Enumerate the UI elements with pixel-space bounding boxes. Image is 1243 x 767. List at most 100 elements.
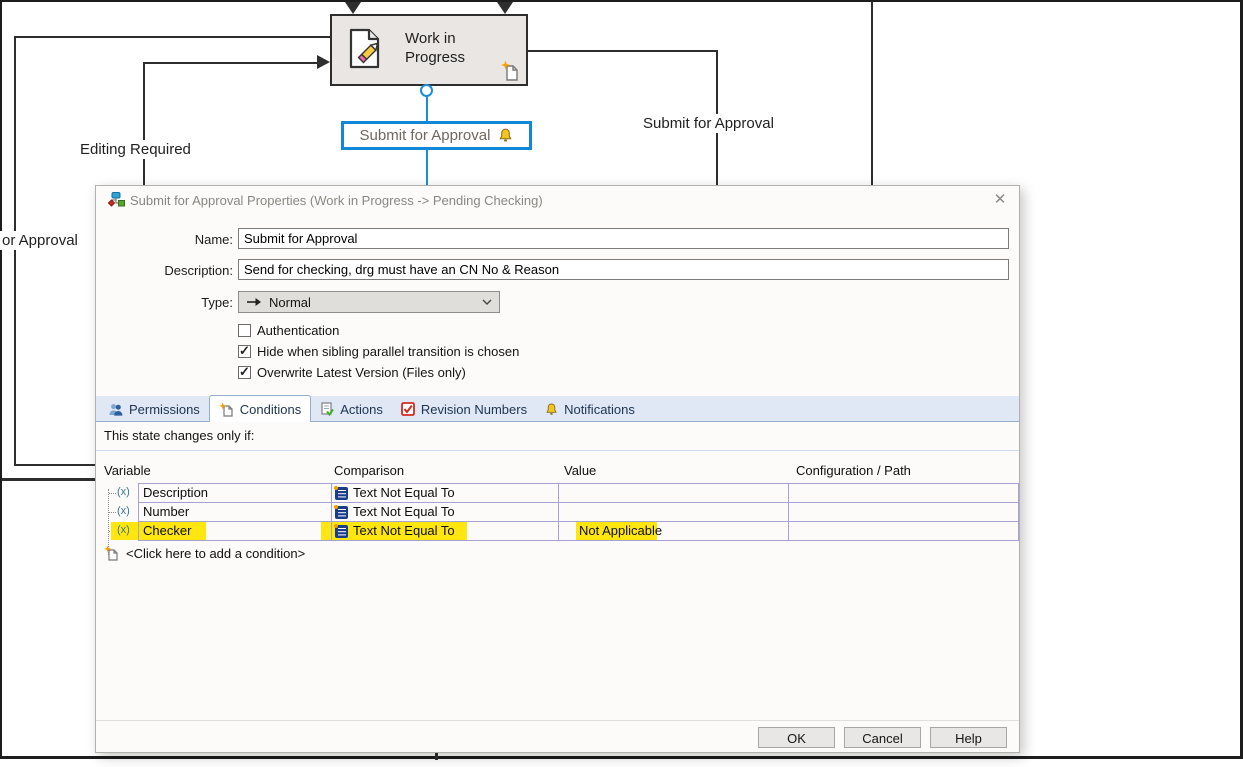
transition-line (143, 62, 319, 64)
selected-transition-line (426, 150, 428, 185)
description-field[interactable] (238, 259, 1009, 280)
condition-variable[interactable]: Number (139, 503, 331, 521)
overwrite-latest-label: Overwrite Latest Version (Files only) (257, 365, 466, 380)
normal-transition-icon (246, 297, 262, 307)
cancel-button[interactable]: Cancel (844, 727, 921, 748)
condition-row[interactable]: Description Text Not Equal To (138, 483, 1019, 503)
ok-button[interactable]: OK (758, 727, 835, 748)
type-value: Normal (269, 295, 311, 310)
tab-permissions[interactable]: Permissions (100, 397, 209, 421)
hide-sibling-label: Hide when sibling parallel transition is… (257, 344, 519, 359)
notification-bell-icon (498, 128, 513, 143)
condition-configuration[interactable] (788, 484, 1018, 502)
variable-icon: (x) (117, 524, 130, 536)
transition-arrowhead (497, 2, 513, 14)
condition-variable[interactable]: Description (139, 484, 331, 502)
tab-conditions[interactable]: Conditions (209, 395, 311, 422)
frame-top (0, 0, 1243, 2)
conditions-table: (x) (x) (x) Description Text Not Equal T… (96, 483, 1019, 573)
name-field[interactable] (238, 228, 1009, 249)
transition-line (14, 464, 96, 466)
type-label: Type: (96, 295, 233, 310)
tab-revision-numbers-label: Revision Numbers (421, 402, 527, 417)
tab-actions-label: Actions (340, 402, 383, 417)
selected-transition-label[interactable]: Submit for Approval (341, 121, 532, 150)
condition-row-highlighted[interactable]: Checker Text Not Equal To Not Applicable (138, 521, 1019, 541)
transition-properties-icon (108, 192, 125, 208)
selected-transition-text: Submit for Approval (360, 127, 491, 144)
transition-endpoint-handle[interactable] (420, 84, 433, 97)
column-header-comparison: Comparison (334, 463, 404, 478)
close-icon[interactable] (991, 191, 1009, 209)
condition-variable[interactable]: Checker (139, 522, 331, 540)
transition-line (871, 2, 873, 185)
condition-row[interactable]: Number Text Not Equal To (138, 502, 1019, 522)
dialog-tabs: Permissions Conditions (96, 396, 1019, 422)
condition-comparison[interactable]: Text Not Equal To (331, 503, 558, 521)
transition-line (14, 36, 16, 466)
condition-comparison[interactable]: Text Not Equal To (331, 522, 558, 540)
workflow-editor-canvas: Work in Progress Editing Required or App… (0, 0, 1243, 767)
tab-actions[interactable]: Actions (311, 397, 392, 421)
transition-arrowhead (345, 2, 361, 14)
transition-arrowhead (317, 55, 330, 69)
tab-notifications[interactable]: Notifications (536, 397, 644, 421)
variable-icon: (x) (117, 486, 130, 498)
red-check-icon (401, 402, 415, 416)
hide-sibling-checkbox-row[interactable]: Hide when sibling parallel transition is… (238, 343, 519, 359)
dialog-titlebar[interactable]: Submit for Approval Properties (Work in … (96, 186, 1019, 213)
tree-connector (109, 493, 116, 494)
column-header-variable: Variable (104, 463, 151, 478)
conditions-intro-text: This state changes only if: (104, 428, 254, 443)
transition-label-submit-for-approval-right[interactable]: Submit for Approval (640, 114, 777, 133)
help-button[interactable]: Help (930, 727, 1007, 748)
condition-value[interactable]: Not Applicable (558, 522, 788, 540)
users-icon (109, 403, 123, 416)
overwrite-latest-checkbox-row[interactable]: Overwrite Latest Version (Files only) (238, 364, 466, 380)
tab-notifications-label: Notifications (564, 402, 635, 417)
column-header-configuration-path: Configuration / Path (796, 463, 911, 478)
condition-configuration[interactable] (788, 503, 1018, 521)
state-work-in-progress[interactable]: Work in Progress (330, 14, 528, 86)
condition-comparison[interactable]: Text Not Equal To (331, 484, 558, 502)
add-condition-label: <Click here to add a condition> (126, 546, 305, 561)
comparison-text: Text Not Equal To (353, 484, 455, 502)
authentication-checkbox[interactable] (238, 324, 251, 337)
comparison-text: Text Not Equal To (353, 503, 455, 521)
tab-conditions-label: Conditions (240, 402, 301, 417)
tree-connector (109, 512, 116, 513)
comparison-icon (335, 506, 348, 519)
type-dropdown[interactable]: Normal (238, 291, 500, 313)
condition-value[interactable] (558, 503, 788, 521)
hide-sibling-checkbox[interactable] (238, 345, 251, 358)
authentication-checkbox-row[interactable]: Authentication (238, 322, 339, 338)
divider (96, 720, 1019, 721)
actions-document-icon (320, 402, 334, 416)
frame-bottom (0, 756, 1243, 759)
frame-left (0, 0, 2, 759)
notification-bell-icon (545, 403, 558, 416)
transition-line (143, 62, 145, 185)
new-condition-icon (104, 545, 119, 561)
comparison-text: Text Not Equal To (353, 522, 455, 540)
add-condition-row[interactable]: <Click here to add a condition> (104, 543, 305, 563)
transition-properties-dialog: Submit for Approval Properties (Work in … (95, 185, 1020, 753)
transition-line (2, 478, 95, 481)
transition-line (14, 36, 330, 38)
variable-icon: (x) (117, 505, 130, 517)
comparison-icon (335, 487, 348, 500)
new-file-icon (500, 60, 520, 82)
description-label: Description: (96, 263, 233, 278)
transition-label-editing-required[interactable]: Editing Required (77, 140, 194, 159)
transition-label-left-partial[interactable]: or Approval (0, 231, 81, 250)
overwrite-latest-checkbox[interactable] (238, 366, 251, 379)
chevron-down-icon (482, 299, 492, 305)
tab-permissions-label: Permissions (129, 402, 200, 417)
condition-configuration[interactable] (788, 522, 1018, 540)
divider (96, 450, 1019, 451)
state-title: Work in Progress (405, 29, 465, 67)
tab-revision-numbers[interactable]: Revision Numbers (392, 397, 536, 421)
selected-transition-line (426, 95, 428, 121)
condition-value[interactable] (558, 484, 788, 502)
comparison-icon (335, 525, 348, 538)
